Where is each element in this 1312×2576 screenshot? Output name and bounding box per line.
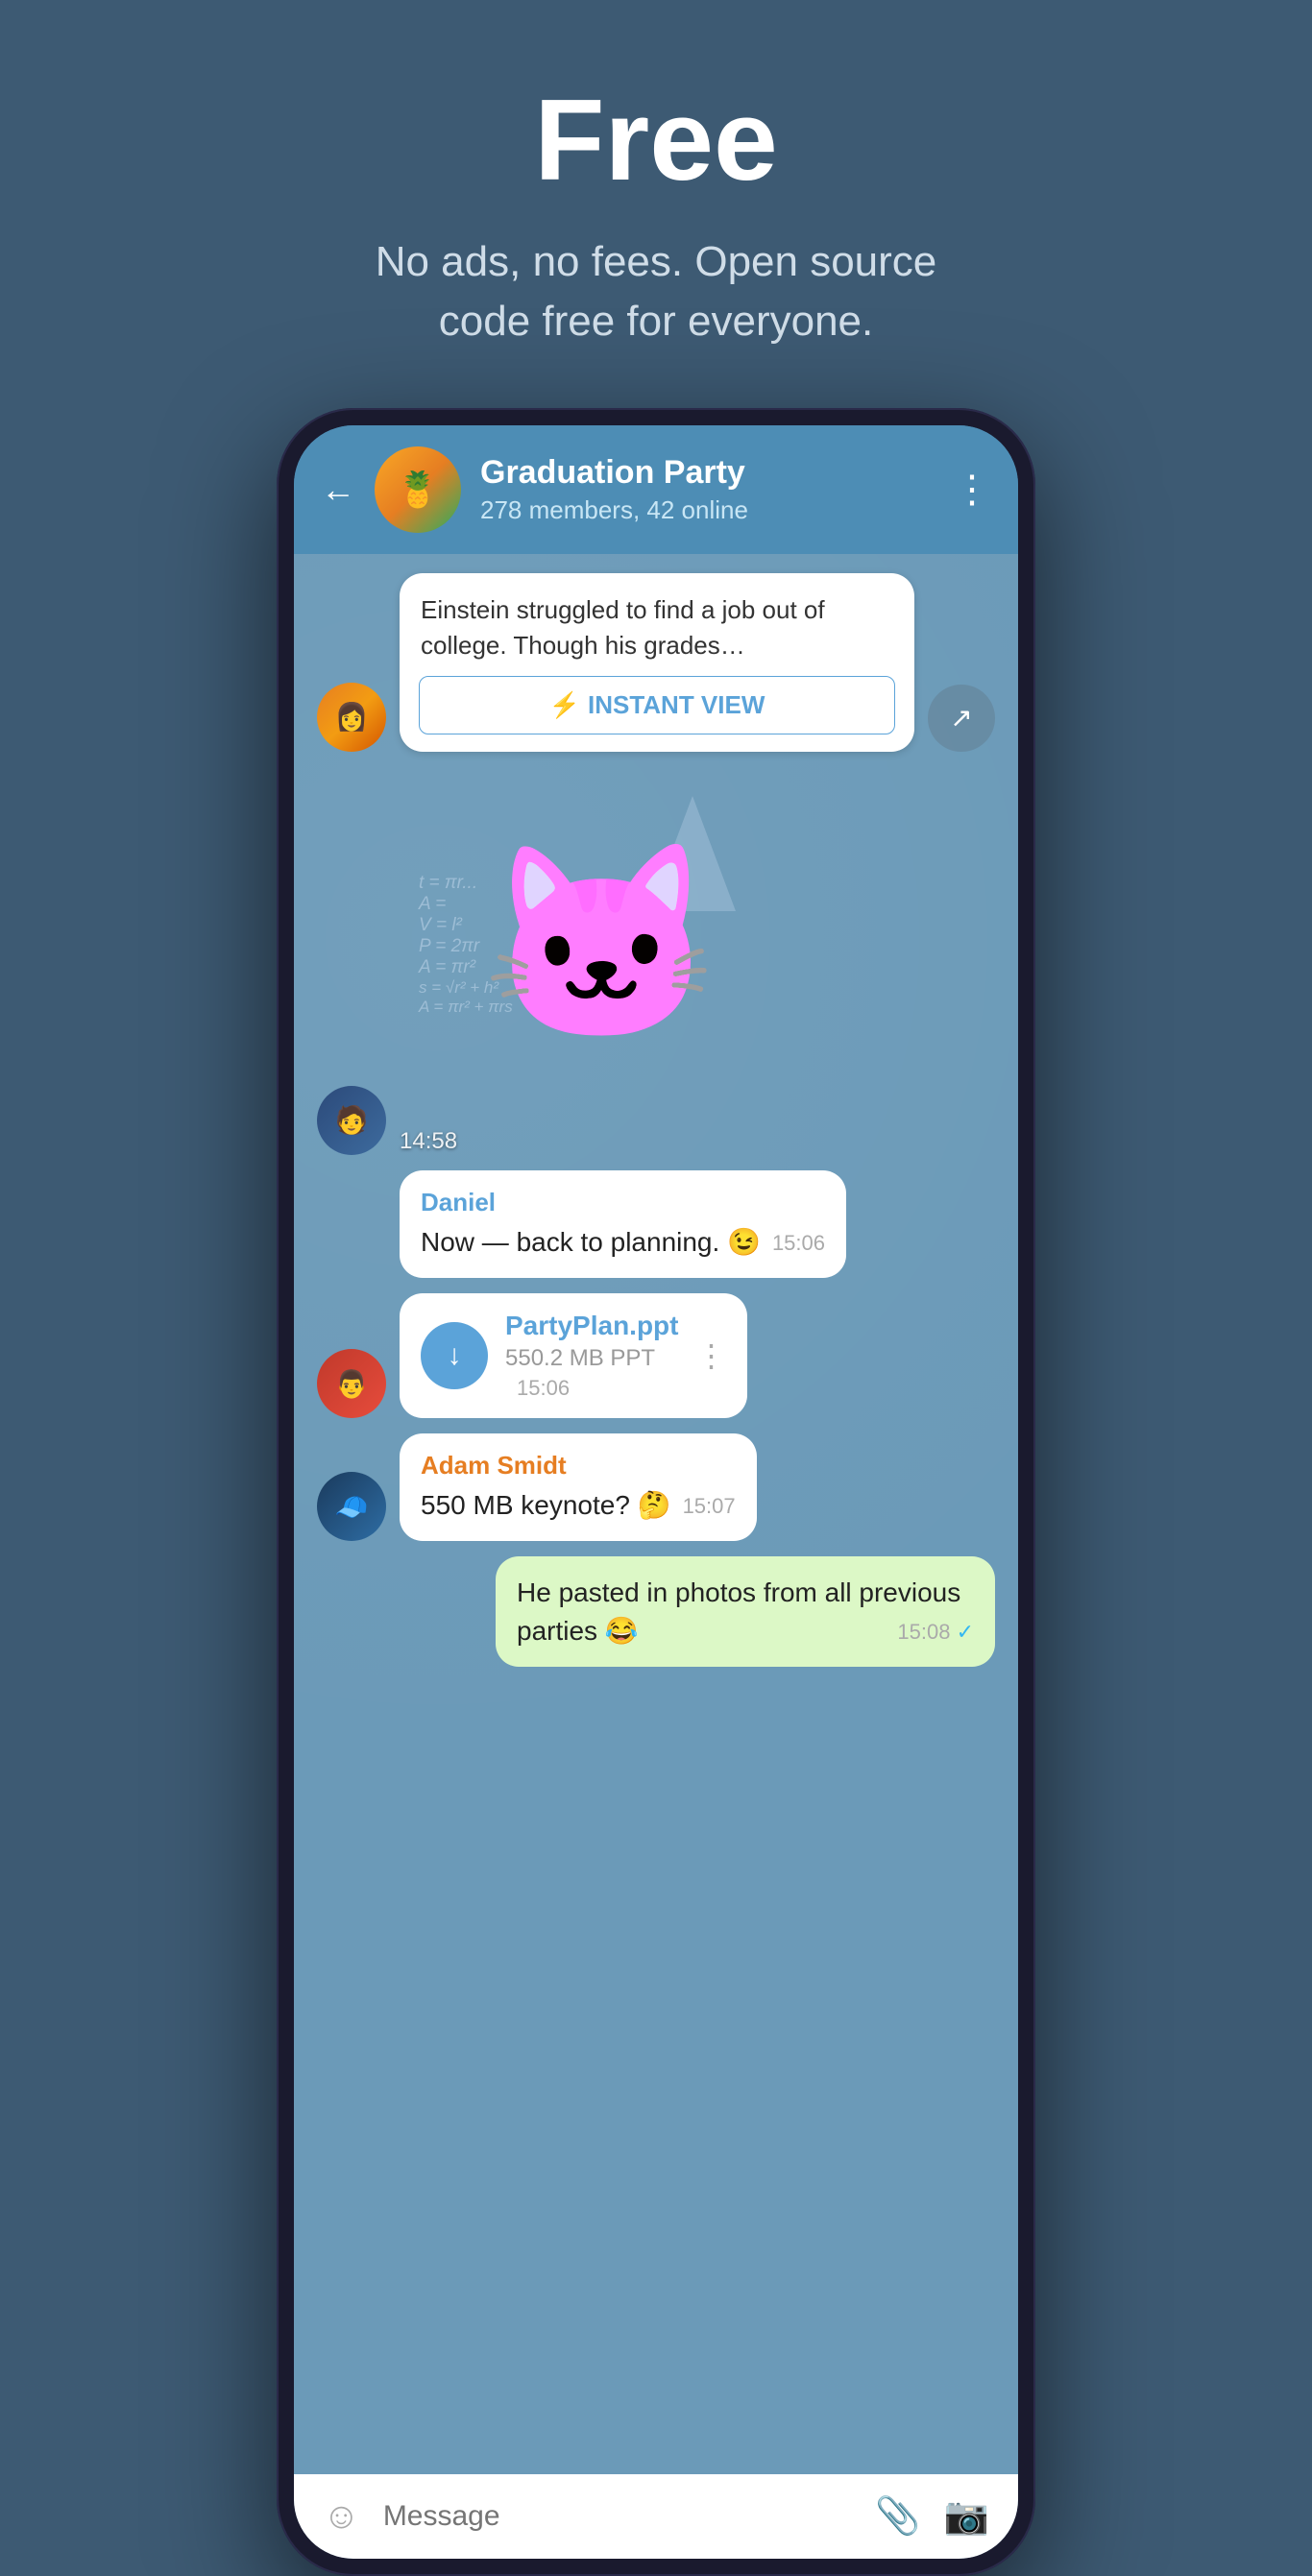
file-size: 550.2 MB PPT (505, 1345, 678, 1372)
sticker-time: 14:58 (400, 1128, 755, 1155)
article-message: Einstein struggled to find a job out of … (400, 573, 914, 752)
file-more-button[interactable]: ⋮ (695, 1337, 726, 1374)
adam-sender-name: Adam Smidt (421, 1451, 736, 1481)
cat-sticker-emoji: 🐱 (481, 831, 720, 1057)
daniel-message-row: Daniel Now — back to planning. 😉 15:06 (317, 1170, 995, 1278)
group-name: Graduation Party (480, 454, 934, 492)
download-icon[interactable]: ↓ (421, 1322, 488, 1389)
group-avatar: 🍍 (375, 446, 461, 533)
avatar-hat: 🧢 (317, 1472, 386, 1541)
phone-wrapper: ← 🍍 Graduation Party 278 members, 42 onl… (277, 408, 1035, 2576)
daniel-msg-time: 15:06 (772, 1229, 825, 1259)
article-text: Einstein struggled to find a job out of … (400, 573, 914, 676)
adam-bubble: Adam Smidt 550 MB keynote? 🤔 15:07 (400, 1433, 757, 1541)
group-meta: 278 members, 42 online (480, 495, 934, 525)
emoji-button[interactable]: ☺ (323, 2496, 360, 2538)
camera-button[interactable]: 📷 (944, 2495, 989, 2538)
sticker-message-row: 🧑 t = πr... A = V = l² P = 2πr A = πr² s… (317, 767, 995, 1155)
adam-message-row: 🧢 Adam Smidt 550 MB keynote? 🤔 15:07 (317, 1433, 995, 1541)
article-message-row: 👩 Einstein struggled to find a job out o… (317, 573, 995, 752)
phone-screen: ← 🍍 Graduation Party 278 members, 42 onl… (294, 425, 1018, 2559)
chat-header: ← 🍍 Graduation Party 278 members, 42 onl… (294, 425, 1018, 554)
daniel-msg-text: Now — back to planning. 😉 15:06 (421, 1223, 825, 1261)
cat-sticker: t = πr... A = V = l² P = 2πr A = πr² s =… (400, 767, 755, 1122)
file-bubble: ↓ PartyPlan.ppt 550.2 MB PPT 15:06 ⋮ (400, 1293, 747, 1418)
file-name: PartyPlan.ppt (505, 1311, 678, 1341)
own-message-row: He pasted in photos from all previous pa… (317, 1556, 995, 1666)
daniel-sender-name: Daniel (421, 1188, 825, 1217)
lightning-icon: ⚡ (549, 690, 580, 720)
back-button[interactable]: ← (321, 469, 355, 510)
chat-body: 👩 Einstein struggled to find a job out o… (294, 554, 1018, 2474)
share-button[interactable]: ↗ (928, 685, 995, 752)
attach-button[interactable]: 📎 (875, 2495, 920, 2538)
file-message-row: 👨 ↓ PartyPlan.ppt 550.2 MB PPT 15:06 ⋮ (317, 1293, 995, 1418)
sticker-container: t = πr... A = V = l² P = 2πr A = πr² s =… (400, 767, 755, 1155)
hero-title: Free (38, 77, 1274, 204)
own-msg-time: 15:08 ✓ (897, 1618, 974, 1648)
phone-shell: ← 🍍 Graduation Party 278 members, 42 onl… (277, 408, 1035, 2576)
instant-view-label: INSTANT VIEW (588, 690, 765, 720)
daniel-bubble: Daniel Now — back to planning. 😉 15:06 (400, 1170, 846, 1278)
hero-subtitle: No ads, no fees. Open sourcecode free fo… (38, 232, 1274, 350)
own-msg-text: He pasted in photos from all previous pa… (517, 1574, 974, 1649)
own-bubble: He pasted in photos from all previous pa… (496, 1556, 995, 1666)
avatar-man: 👨 (317, 1349, 386, 1418)
instant-view-button[interactable]: ⚡ INSTANT VIEW (419, 676, 895, 734)
file-time: 15:06 (517, 1376, 678, 1401)
adam-msg-time: 15:07 (683, 1492, 736, 1522)
message-input[interactable] (383, 2500, 853, 2533)
group-info: Graduation Party 278 members, 42 online (480, 454, 934, 525)
input-bar: ☺ 📎 📷 (294, 2474, 1018, 2559)
avatar-boy: 🧑 (317, 1086, 386, 1155)
file-info: PartyPlan.ppt 550.2 MB PPT 15:06 (505, 1311, 678, 1401)
article-preview: Einstein struggled to find a job out of … (400, 573, 914, 752)
avatar-girl: 👩 (317, 683, 386, 752)
hero-section: Free No ads, no fees. Open sourcecode fr… (0, 0, 1312, 408)
more-button[interactable]: ⋮ (953, 468, 991, 512)
adam-msg-text: 550 MB keynote? 🤔 15:07 (421, 1486, 736, 1524)
